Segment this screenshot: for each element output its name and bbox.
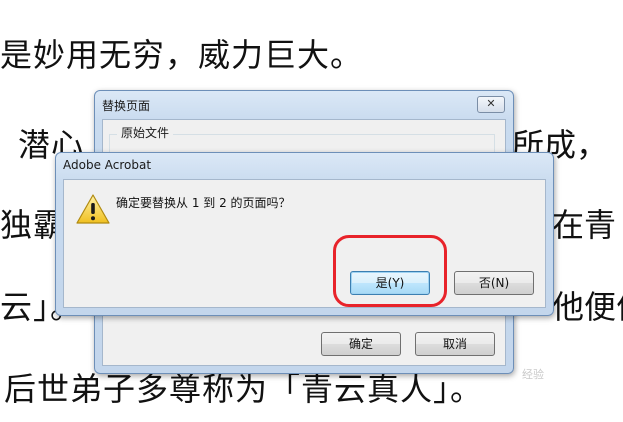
close-icon: ✕ xyxy=(486,97,496,110)
confirm-message: 确定要替换从 1 到 2 的页面吗？ xyxy=(116,196,291,210)
ok-button[interactable]: 确定 xyxy=(321,332,401,356)
no-button[interactable]: 否(N) xyxy=(454,271,534,295)
confirm-dialog-title: Adobe Acrobat xyxy=(63,158,152,172)
close-button[interactable]: ✕ xyxy=(477,96,505,113)
warning-icon xyxy=(76,194,110,224)
document-line-1: 是妙用无穷，威力巨大。 xyxy=(0,36,364,74)
replace-pages-dialog-title: 替换页面 xyxy=(102,99,151,113)
original-file-group-label: 原始文件 xyxy=(117,124,174,141)
watermark: 经验 xyxy=(522,368,544,381)
highlight-annotation xyxy=(333,235,447,307)
document-line-4-right: 他便价 xyxy=(552,288,623,326)
document-line-3-right: 在青 xyxy=(552,206,617,244)
cancel-button[interactable]: 取消 xyxy=(415,332,495,356)
